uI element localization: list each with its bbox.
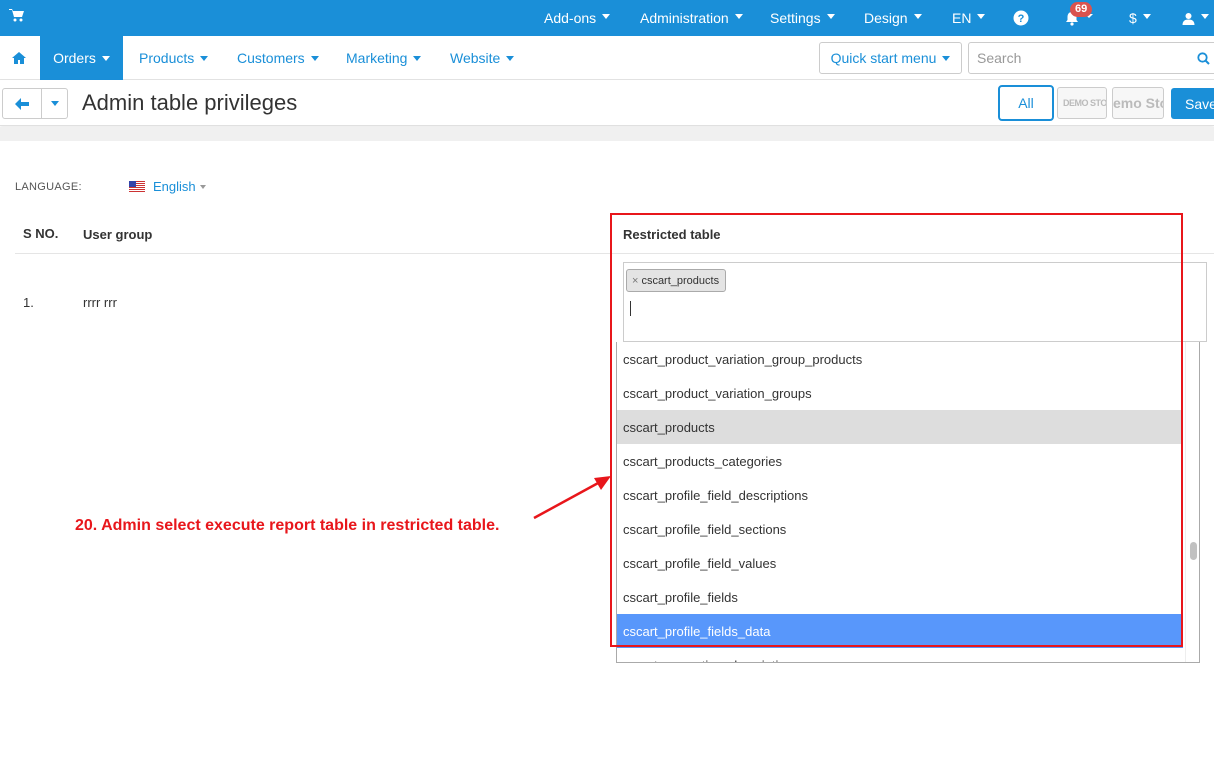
caret-down-icon: [1201, 13, 1209, 19]
language-selector[interactable]: English: [129, 179, 206, 194]
notification-badge: 69: [1070, 2, 1093, 17]
dropdown-scroll-thumb[interactable]: [1190, 542, 1197, 560]
settings-menu[interactable]: Settings: [770, 0, 835, 36]
store-switch-button-2[interactable]: emo Sto: [1112, 87, 1164, 119]
addons-menu[interactable]: Add-ons: [544, 0, 611, 36]
nav-products[interactable]: Products: [139, 36, 209, 80]
save-button[interactable]: Save: [1171, 88, 1214, 119]
caret-down-icon: [200, 55, 209, 61]
svg-text:?: ?: [1018, 13, 1025, 25]
user-menu[interactable]: [1182, 0, 1209, 36]
language-label: LANGUAGE:: [15, 181, 82, 193]
language-value: English: [153, 179, 196, 194]
us-flag-icon: [129, 181, 145, 192]
caret-down-icon: [734, 13, 743, 19]
dropdown-scrollbar[interactable]: [1185, 342, 1199, 662]
design-menu-label: Design: [864, 10, 908, 26]
nav-website-label: Website: [450, 50, 501, 66]
caret-down-icon: [602, 13, 611, 19]
dropdown-option[interactable]: cscart_profile_field_values: [617, 546, 1183, 580]
store-logo-1: DEMO STORE: [1063, 98, 1107, 108]
nav-customers[interactable]: Customers: [237, 36, 319, 80]
help-icon: ?: [1013, 10, 1029, 26]
tab-orders-label: Orders: [53, 50, 96, 66]
row-user-group: rrrr rrr: [83, 295, 117, 310]
back-dropdown-button[interactable]: [41, 88, 68, 119]
table-header-divider: [15, 253, 1214, 254]
header-divider: [0, 127, 1214, 141]
save-label: Save: [1185, 95, 1214, 112]
nav-marketing-label: Marketing: [346, 50, 408, 66]
cart-icon[interactable]: [9, 8, 25, 22]
quick-start-menu-button[interactable]: Quick start menu: [819, 42, 962, 74]
caret-down-icon: [1142, 13, 1151, 19]
all-stores-label: All: [1018, 95, 1034, 111]
main-nav: Orders Products Customers Marketing Webs…: [0, 36, 1214, 80]
search-button[interactable]: [1189, 42, 1214, 74]
currency-menu[interactable]: $: [1129, 0, 1151, 36]
caret-down-icon: [50, 101, 59, 106]
currency-label: $: [1129, 10, 1137, 26]
nav-website[interactable]: Website: [450, 36, 515, 80]
all-stores-button[interactable]: All: [998, 85, 1054, 121]
caret-down-icon: [506, 55, 515, 61]
dropdown-option[interactable]: cscart_promotion_descriptions: [617, 648, 1183, 663]
arrow-left-icon: [15, 97, 29, 110]
restricted-table-multiselect[interactable]: × cscart_products: [623, 262, 1207, 342]
administration-menu-label: Administration: [640, 10, 729, 26]
annotation-text: 20. Admin select execute report table in…: [75, 517, 500, 534]
column-header-user-group: User group: [83, 227, 153, 242]
top-bar: Add-ons Administration Settings Design E…: [0, 0, 1214, 36]
home-icon: [12, 52, 26, 64]
store-logo-2: emo Sto: [1113, 95, 1164, 111]
nav-products-label: Products: [139, 50, 195, 66]
caret-down-icon: [413, 55, 422, 61]
administration-menu[interactable]: Administration: [640, 0, 743, 36]
caret-down-icon: [199, 184, 206, 189]
caret-down-icon: [942, 55, 951, 61]
row-sno: 1.: [23, 295, 34, 310]
dropdown-option[interactable]: cscart_profile_field_sections: [617, 512, 1183, 546]
back-button[interactable]: [2, 88, 42, 119]
language-menu[interactable]: EN: [952, 0, 986, 36]
dropdown-option[interactable]: cscart_products_categories: [617, 444, 1183, 478]
settings-menu-label: Settings: [770, 10, 821, 26]
language-menu-label: EN: [952, 10, 972, 26]
tab-orders[interactable]: Orders: [40, 36, 123, 80]
dropdown-option[interactable]: cscart_profile_fields: [617, 580, 1183, 614]
dropdown-option[interactable]: cscart_product_variation_groups: [617, 376, 1183, 410]
column-header-restricted-table: Restricted table: [623, 227, 721, 242]
selected-chip: × cscart_products: [626, 269, 727, 292]
help-button[interactable]: ?: [1013, 0, 1029, 36]
caret-down-icon: [977, 13, 986, 19]
caret-down-icon: [913, 13, 922, 19]
title-bar: Admin table privileges All DEMO STORE em…: [0, 80, 1214, 126]
column-header-sno: S NO.: [23, 226, 59, 241]
search-input[interactable]: [968, 42, 1190, 74]
addons-menu-label: Add-ons: [544, 10, 597, 26]
caret-down-icon: [826, 13, 835, 19]
text-cursor: [630, 301, 631, 316]
nav-customers-label: Customers: [237, 50, 305, 66]
dropdown-option[interactable]: cscart_product_variation_group_products: [617, 342, 1183, 376]
design-menu[interactable]: Design: [864, 0, 922, 36]
selected-chip-label: cscart_products: [641, 274, 720, 287]
user-icon: [1182, 12, 1195, 25]
chip-remove-icon[interactable]: ×: [632, 275, 638, 287]
quick-start-label: Quick start menu: [830, 50, 937, 66]
home-button[interactable]: [0, 36, 38, 80]
search-icon: [1197, 51, 1210, 65]
nav-marketing[interactable]: Marketing: [346, 36, 422, 80]
dropdown-option[interactable]: cscart_profile_field_descriptions: [617, 478, 1183, 512]
caret-down-icon: [101, 55, 110, 61]
dropdown-option[interactable]: cscart_profile_fields_data: [617, 614, 1183, 648]
dropdown-option[interactable]: cscart_products: [617, 410, 1183, 444]
restricted-table-dropdown: cscart_product_variation_group_products c…: [616, 342, 1200, 663]
caret-down-icon: [310, 55, 319, 61]
store-switch-button-1[interactable]: DEMO STORE: [1057, 87, 1107, 119]
page-title: Admin table privileges: [82, 90, 298, 115]
